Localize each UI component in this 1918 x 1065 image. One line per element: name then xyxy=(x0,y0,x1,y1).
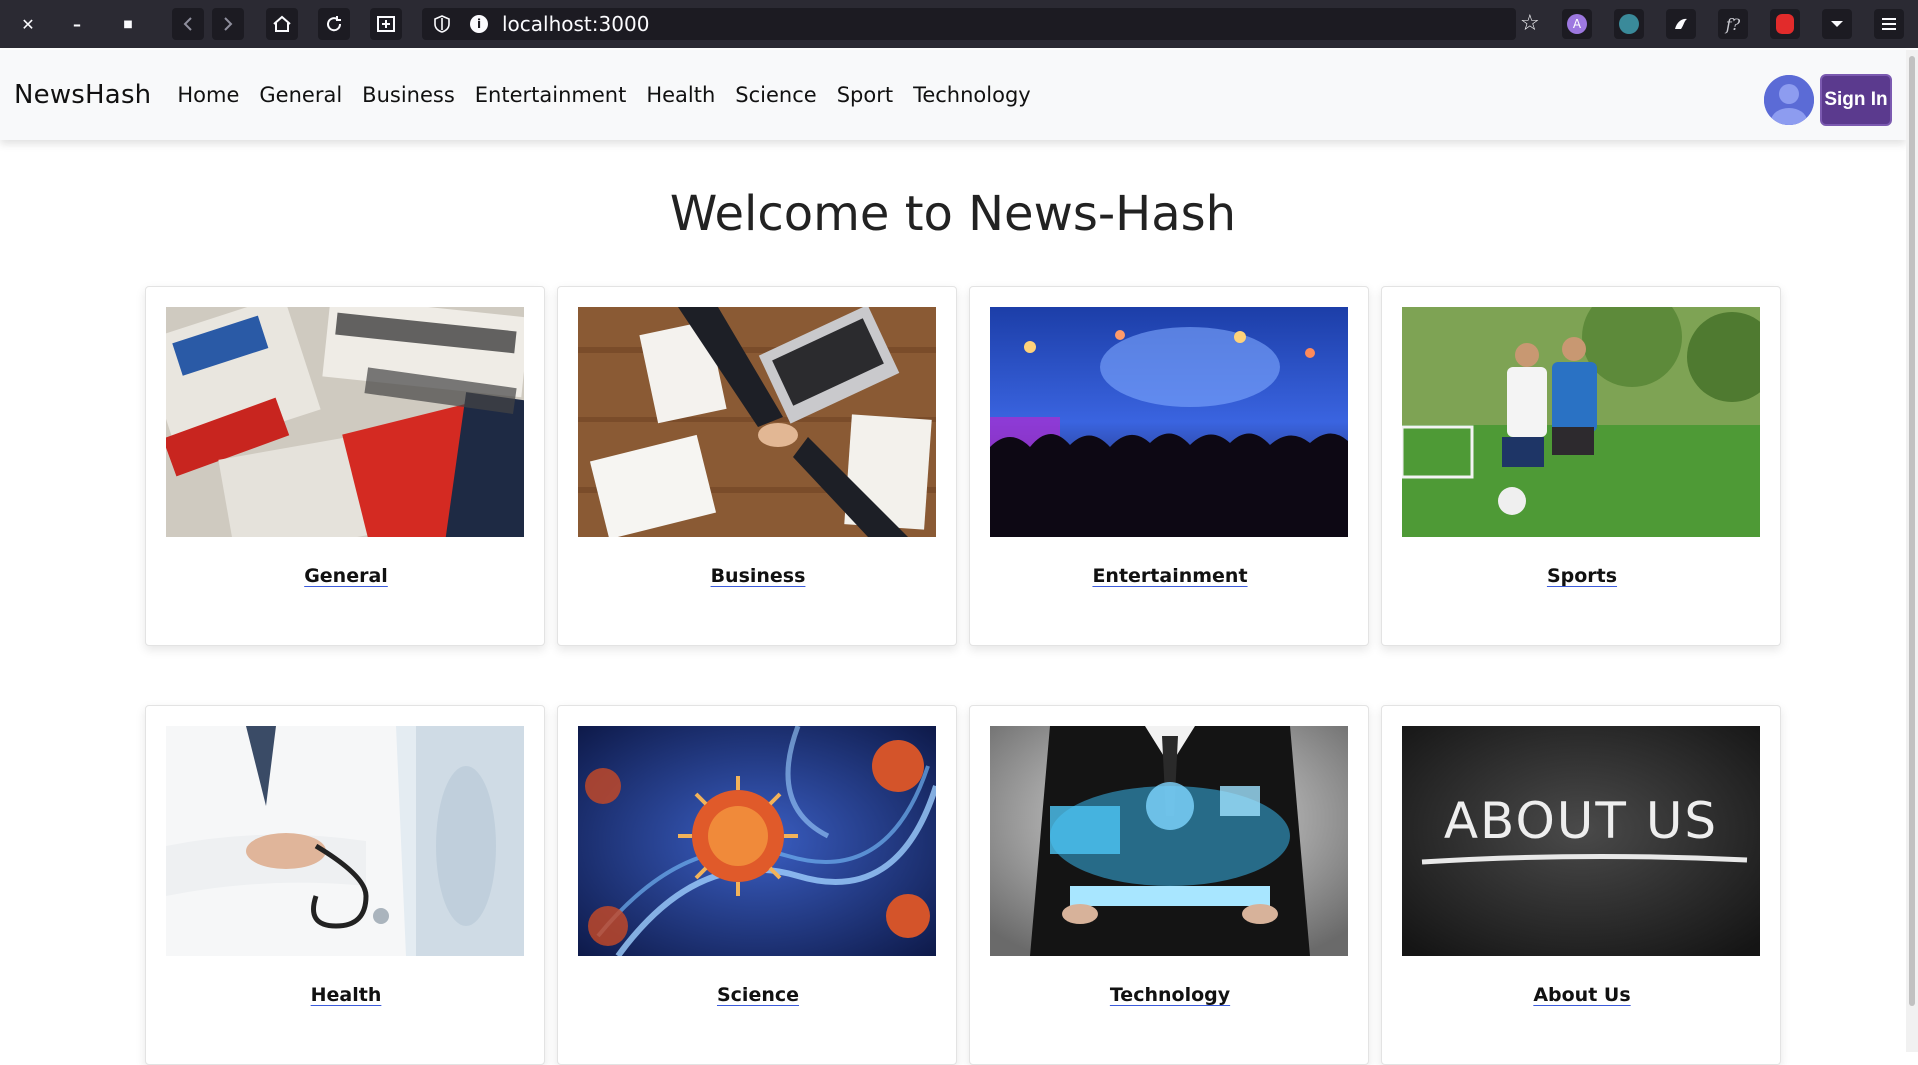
brand-logo[interactable]: NewsHash xyxy=(14,80,151,110)
card-title[interactable]: Sports xyxy=(1382,565,1782,587)
forward-icon[interactable] xyxy=(212,8,244,40)
info-icon[interactable]: i xyxy=(470,15,488,33)
nav-link-science[interactable]: Science xyxy=(725,83,826,107)
doctor-stethoscope-image xyxy=(166,726,524,956)
maximize-icon[interactable]: ■ xyxy=(114,10,142,38)
bookmark-star-icon[interactable]: ☆ xyxy=(1520,12,1540,36)
svg-text:ABOUT US: ABOUT US xyxy=(1444,792,1718,850)
extension-globe-icon[interactable] xyxy=(1614,9,1644,39)
minimize-icon[interactable]: – xyxy=(63,10,91,38)
page-title: Welcome to News-Hash xyxy=(669,186,1237,242)
card-title[interactable]: Health xyxy=(146,984,546,1006)
nav-link-business[interactable]: Business xyxy=(352,83,465,107)
avatar[interactable] xyxy=(1764,75,1814,125)
url-text[interactable]: localhost:3000 xyxy=(502,12,649,36)
url-bar[interactable]: i localhost:3000 xyxy=(422,8,1516,40)
extension-bird-icon[interactable] xyxy=(1666,9,1696,39)
category-card-about-us[interactable]: ABOUT US About Us xyxy=(1381,705,1781,1065)
nav-link-sport[interactable]: Sport xyxy=(827,83,903,107)
card-title[interactable]: About Us xyxy=(1382,984,1782,1006)
nav-link-entertainment[interactable]: Entertainment xyxy=(465,83,637,107)
soccer-players-image xyxy=(1402,307,1760,537)
category-card-entertainment[interactable]: Entertainment xyxy=(969,286,1369,646)
reload-icon[interactable] xyxy=(318,8,350,40)
nav-link-home[interactable]: Home xyxy=(167,83,249,107)
category-card-health[interactable]: Health xyxy=(145,705,545,1065)
home-icon[interactable] xyxy=(266,8,298,40)
screenshot-icon[interactable] xyxy=(370,8,402,40)
category-card-business[interactable]: Business xyxy=(557,286,957,646)
businessman-tablet-image xyxy=(990,726,1348,956)
extension-red-icon[interactable] xyxy=(1770,9,1800,39)
site-navbar: NewsHash Home General Business Entertain… xyxy=(0,50,1906,140)
nav-link-health[interactable]: Health xyxy=(636,83,725,107)
menu-icon[interactable] xyxy=(1874,9,1904,39)
card-title[interactable]: Science xyxy=(558,984,958,1006)
scrollbar-thumb[interactable] xyxy=(1909,56,1915,1006)
nav-link-technology[interactable]: Technology xyxy=(903,83,1041,107)
card-title[interactable]: Entertainment xyxy=(970,565,1370,587)
dropdown-icon[interactable] xyxy=(1822,9,1852,39)
card-title[interactable]: Technology xyxy=(970,984,1370,1006)
back-icon[interactable] xyxy=(172,8,204,40)
card-title[interactable]: General xyxy=(146,565,546,587)
handshake-desk-image xyxy=(578,307,936,537)
extension-a-icon[interactable]: A xyxy=(1562,9,1592,39)
chalkboard-about-us-image: ABOUT US xyxy=(1402,726,1760,956)
browser-toolbar: ✕ – ■ i localhost:3000 ☆ A f? xyxy=(0,0,1918,48)
category-card-science[interactable]: Science xyxy=(557,705,957,1065)
nav-links: Home General Business Entertainment Heal… xyxy=(167,83,1040,107)
close-icon[interactable]: ✕ xyxy=(14,10,42,38)
nav-link-general[interactable]: General xyxy=(249,83,352,107)
card-title[interactable]: Business xyxy=(558,565,958,587)
category-card-technology[interactable]: Technology xyxy=(969,705,1369,1065)
category-card-sports[interactable]: Sports xyxy=(1381,286,1781,646)
virus-dna-image xyxy=(578,726,936,956)
newspapers-image xyxy=(166,307,524,537)
shield-icon[interactable] xyxy=(434,15,454,33)
sign-in-button[interactable]: Sign In xyxy=(1820,74,1892,126)
extension-formula-icon[interactable]: f? xyxy=(1718,9,1748,39)
concert-crowd-image xyxy=(990,307,1348,537)
category-card-general[interactable]: General xyxy=(145,286,545,646)
